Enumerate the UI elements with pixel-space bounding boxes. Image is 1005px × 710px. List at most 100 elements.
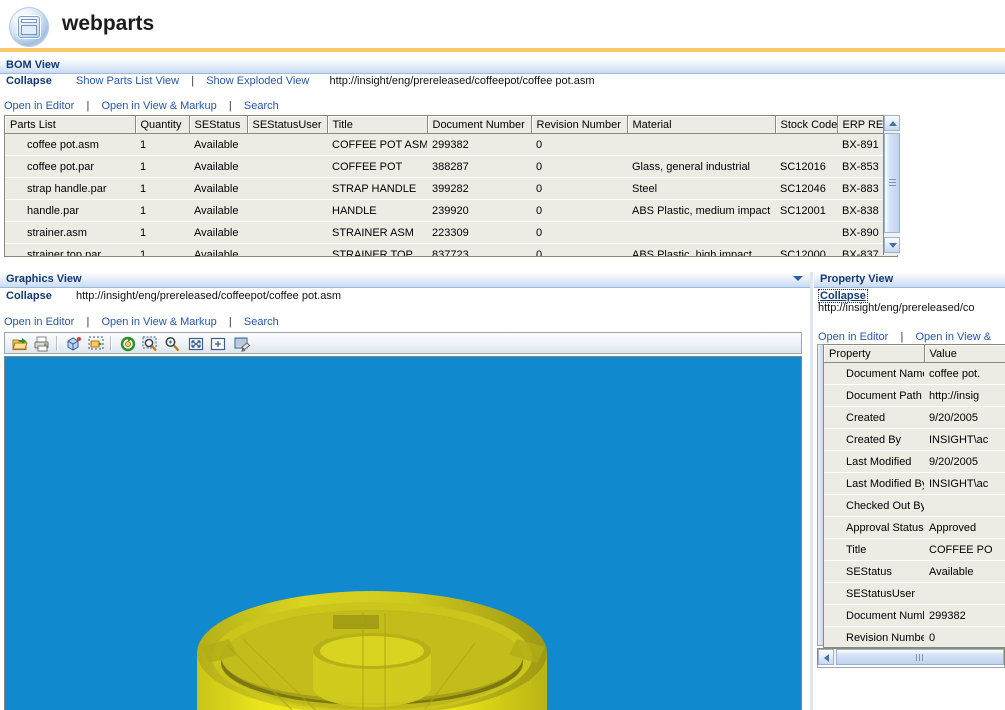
cell-stock-code: SC12001 — [775, 199, 837, 222]
cell-revision-number: 0 — [531, 177, 627, 200]
table-row[interactable]: coffee pot.asm 1 Available COFFEE POT AS… — [5, 133, 897, 156]
cell-document-number: 399282 — [427, 177, 531, 200]
property-row[interactable]: Title COFFEE PO — [824, 538, 1005, 561]
property-row[interactable]: Document Name coffee pot. — [824, 362, 1005, 385]
bom-document-url: http://insight/eng/prereleased/coffeepot… — [329, 75, 595, 87]
bom-col-material[interactable]: Material — [627, 116, 776, 134]
bom-col-title[interactable]: Title — [327, 116, 428, 134]
bom-vertical-scrollbar[interactable] — [883, 115, 900, 255]
graphics-3d-canvas[interactable] — [4, 356, 802, 710]
cell-material: ABS Plastic, medium impact — [627, 199, 775, 222]
chevron-up-icon — [889, 121, 897, 126]
render-style-icon[interactable] — [233, 335, 251, 353]
property-value: 9/20/2005 — [924, 450, 1005, 473]
print-icon[interactable] — [33, 335, 51, 353]
bom-scroll-down-button[interactable] — [884, 237, 900, 253]
bom-collapse-link[interactable]: Collapse — [6, 75, 52, 87]
bom-search-link[interactable]: Search — [244, 100, 279, 112]
property-row[interactable]: Approval Status Approved — [824, 516, 1005, 539]
coffee-pot-3d-model — [5, 357, 801, 710]
property-open-in-view-markup-link[interactable]: Open in View & — [915, 331, 991, 343]
cell-revision-number: 0 — [531, 243, 627, 256]
property-open-in-editor-link[interactable]: Open in Editor — [818, 331, 888, 343]
cell-document-number: 239920 — [427, 199, 531, 222]
cell-revision-number: 0 — [531, 199, 627, 222]
property-row[interactable]: Created By INSIGHT\ac — [824, 428, 1005, 451]
show-exploded-view-link[interactable]: Show Exploded View — [206, 75, 309, 87]
bom-col-revision-number[interactable]: Revision Number — [531, 116, 628, 134]
table-row[interactable]: strainer top.par 1 Available STRAINER TO… — [5, 243, 897, 256]
fit-all-icon[interactable] — [187, 335, 205, 353]
property-row[interactable]: Last Modified By INSIGHT\ac — [824, 472, 1005, 495]
graphics-collapse-link[interactable]: Collapse — [6, 290, 52, 302]
bom-col-sestatus[interactable]: SEStatus — [189, 116, 248, 134]
bom-scroll-thumb[interactable] — [884, 133, 900, 233]
property-row[interactable]: Revision Number 0 — [824, 626, 1005, 647]
select-region-icon[interactable] — [87, 335, 105, 353]
bom-open-in-view-markup-link[interactable]: Open in View & Markup — [101, 100, 216, 112]
property-row[interactable]: Document Path http://insig — [824, 384, 1005, 407]
graphics-search-link[interactable]: Search — [244, 316, 279, 328]
chevron-down-icon — [889, 243, 897, 248]
table-row[interactable]: strainer.asm 1 Available STRAINER ASM 22… — [5, 221, 897, 244]
graphics-view-toolbar-row: Collapse http://insight/eng/prereleased/… — [6, 290, 341, 302]
cell-sestatus: Available — [189, 243, 247, 256]
property-row[interactable]: Last Modified 9/20/2005 — [824, 450, 1005, 473]
cell-sestatus: Available — [189, 177, 247, 200]
property-value — [924, 494, 1005, 517]
brand-header: webparts — [0, 0, 1005, 52]
property-scroll-left-button[interactable] — [818, 649, 834, 665]
graphics-open-in-view-markup-link[interactable]: Open in View & Markup — [101, 316, 216, 328]
zoom-icon[interactable] — [163, 335, 181, 353]
bom-col-sestatususer[interactable]: SEStatusUser — [247, 116, 328, 134]
cell-part: strainer top.par — [5, 243, 135, 256]
scroll-grip-icon — [916, 654, 924, 661]
property-col-value[interactable]: Value — [924, 345, 1005, 363]
property-row[interactable]: Checked Out By — [824, 494, 1005, 517]
bom-col-document-number[interactable]: Document Number — [427, 116, 532, 134]
property-frame-bottom — [817, 665, 1005, 668]
table-row[interactable]: coffee pot.par 1 Available COFFEE POT 38… — [5, 155, 897, 178]
property-value: Available — [924, 560, 1005, 583]
cell-sestatususer — [247, 133, 327, 156]
cell-title: STRAP HANDLE — [327, 177, 427, 200]
cell-material: ABS Plastic, high impact — [627, 243, 775, 256]
property-row[interactable]: SEStatusUser — [824, 582, 1005, 605]
cell-sestatususer — [247, 199, 327, 222]
property-row[interactable]: SEStatus Available — [824, 560, 1005, 583]
property-row[interactable]: Document Number 299382 — [824, 604, 1005, 627]
bom-parts-grid[interactable]: Parts List Quantity SEStatus SEStatusUse… — [4, 115, 898, 257]
bom-col-stock-code[interactable]: Stock Code — [775, 116, 838, 134]
property-col-property[interactable]: Property — [824, 345, 925, 363]
property-horizontal-scrollbar[interactable] — [817, 648, 1005, 666]
graphics-open-in-editor-link[interactable]: Open in Editor — [4, 316, 74, 328]
3d-rotate-cube-icon[interactable] — [65, 335, 83, 353]
cell-stock-code — [775, 221, 837, 244]
show-parts-list-view-link[interactable]: Show Parts List View — [76, 75, 179, 87]
open-folder-icon[interactable] — [11, 335, 29, 353]
property-value: INSIGHT\ac — [924, 472, 1005, 495]
chevron-down-icon[interactable] — [793, 276, 803, 281]
property-grid[interactable]: Property Value Document Name coffee pot.… — [823, 344, 1005, 648]
bom-action-separator-2: | — [228, 100, 232, 112]
zoom-center-icon[interactable] — [209, 335, 227, 353]
bom-col-quantity[interactable]: Quantity — [135, 116, 190, 134]
property-collapse-link[interactable]: Collapse — [818, 289, 868, 303]
bom-open-in-editor-link[interactable]: Open in Editor — [4, 100, 74, 112]
bom-scroll-up-button[interactable] — [884, 115, 900, 131]
table-row[interactable]: handle.par 1 Available HANDLE 239920 0 A… — [5, 199, 897, 222]
bom-col-parts-list[interactable]: Parts List — [5, 116, 136, 134]
property-action-separator-1: | — [900, 331, 904, 343]
logo-bar-mid — [21, 25, 37, 35]
graphics-view-titlebar: Graphics View — [0, 272, 810, 288]
cell-sestatus: Available — [189, 199, 247, 222]
orbit-icon[interactable] — [119, 335, 137, 353]
page-root: webparts BOM View Collapse Show Parts Li… — [0, 0, 1005, 710]
property-value: http://insig — [924, 384, 1005, 407]
zoom-area-icon[interactable] — [141, 335, 159, 353]
property-collapse-row: Collapse — [818, 289, 868, 303]
property-row[interactable]: Created 9/20/2005 — [824, 406, 1005, 429]
cell-document-number: 388287 — [427, 155, 531, 178]
property-hscroll-thumb[interactable] — [836, 649, 1004, 665]
table-row[interactable]: strap handle.par 1 Available STRAP HANDL… — [5, 177, 897, 200]
